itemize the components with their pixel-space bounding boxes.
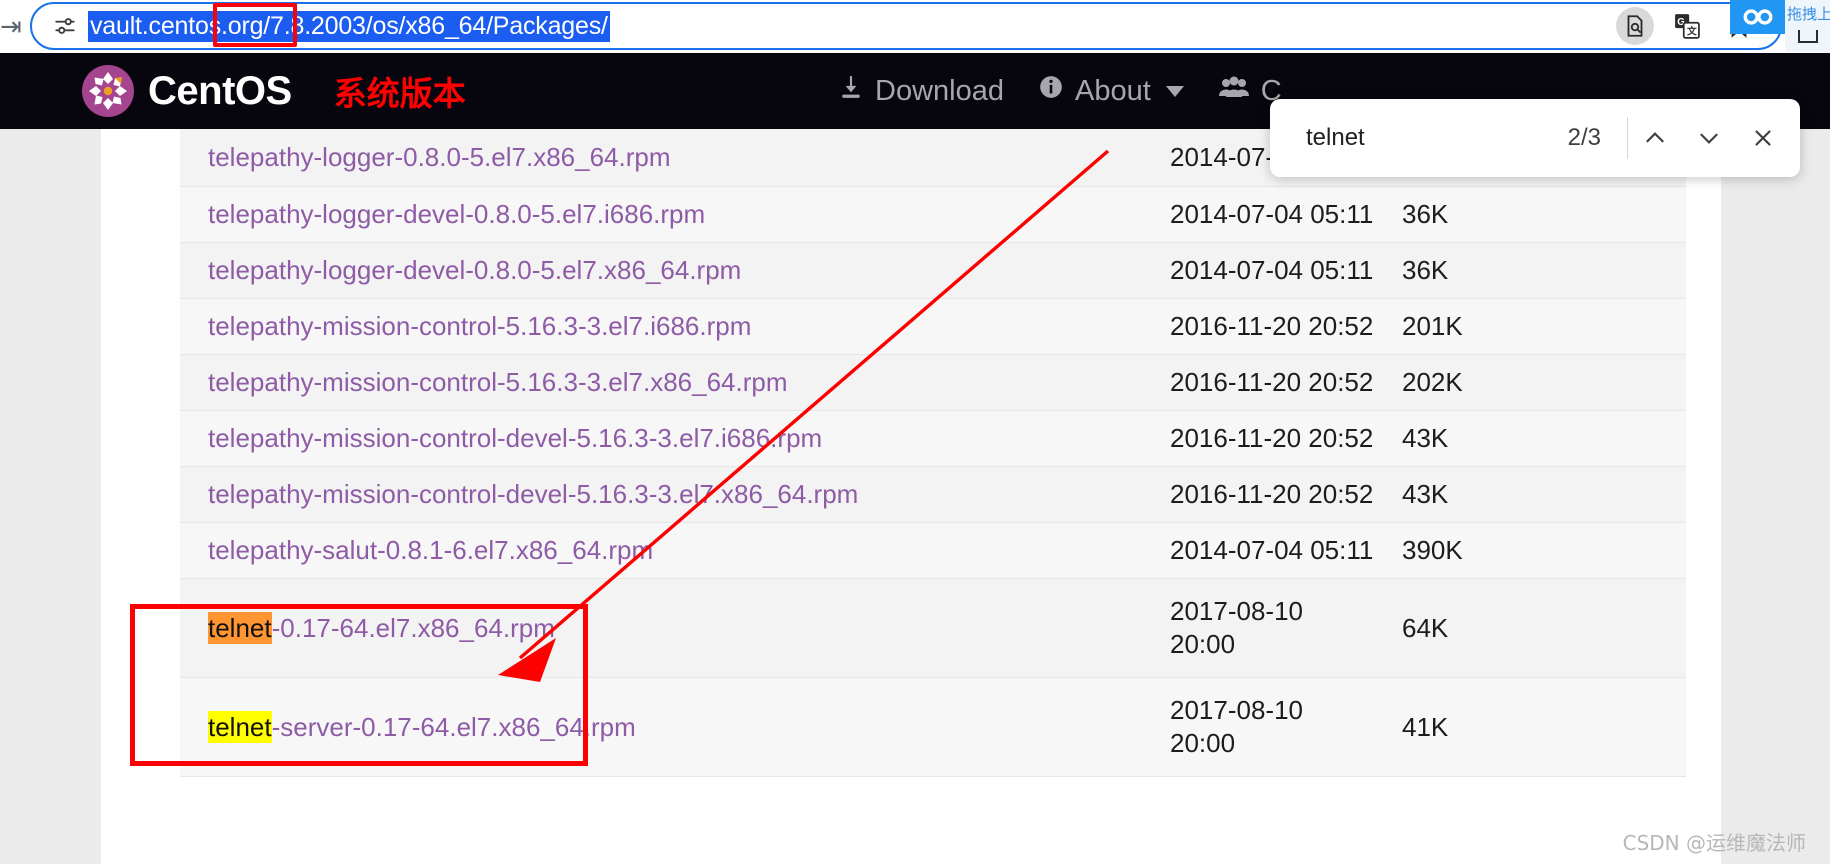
tray-icon[interactable] [1785, 28, 1830, 46]
package-size: 201K [1402, 311, 1463, 341]
extension-panel-label: 拖拽上 [1787, 6, 1830, 23]
package-size: 64K [1402, 612, 1449, 643]
package-size: 36K [1402, 255, 1449, 285]
find-close-button[interactable] [1736, 111, 1790, 165]
brand[interactable]: CentOS [82, 65, 292, 117]
community-icon [1218, 74, 1250, 108]
right-gutter [1721, 129, 1830, 864]
package-date: 2014-07-04 05:11 [1170, 198, 1374, 229]
nav-label-download: Download [875, 74, 1004, 107]
version-annotation-label: 系统版本 [333, 74, 466, 113]
package-date: 2014-07-04 05:11 [1170, 254, 1374, 285]
info-icon [1038, 74, 1064, 108]
package-date: 2016-11-20 20:52 [1170, 366, 1374, 397]
package-link-text: -0.17-64.el7.x86_64.rpm [271, 612, 555, 643]
package-link[interactable]: telnet-server-0.17-64.el7.x86_64.rpm [180, 710, 1170, 743]
package-link-text: -server-0.17-64.el7.x86_64.rpm [271, 711, 636, 742]
web-page: telepathy-logger-0.8.0-5.el7.x86_64.rpm 2… [0, 53, 1830, 864]
package-date: 2016-11-20 20:52 [1170, 422, 1374, 453]
table-row[interactable]: telepathy-mission-control-5.16.3-3.el7.x… [180, 355, 1686, 411]
package-size: 36K [1402, 199, 1449, 229]
screenshot-root: ⇥ vault.centos.org/7.8.2003/os/x86_64/Pa… [0, 0, 1830, 864]
table-row[interactable]: telepathy-salut-0.8.1-6.el7.x86_64.rpm 20… [180, 523, 1686, 579]
chevron-down-icon [1165, 85, 1184, 97]
translate-icon[interactable]: G 文 [1668, 7, 1706, 45]
site-nav: Download About C [838, 53, 1282, 129]
package-link[interactable]: telepathy-logger-devel-0.8.0-5.el7.x86_6… [180, 255, 1170, 286]
package-size: 41K [1402, 711, 1449, 742]
extension-drag-panel[interactable]: 拖拽上 [1785, 0, 1830, 52]
package-link[interactable]: telepathy-mission-control-5.16.3-3.el7.x… [180, 367, 1170, 398]
nav-item-download[interactable]: Download [838, 74, 1004, 108]
brand-name: CentOS [148, 68, 292, 113]
find-match-counter: 2/3 [1567, 124, 1601, 151]
table-row[interactable]: telepathy-logger-devel-0.8.0-5.el7.i686.… [180, 187, 1686, 243]
tune-icon[interactable] [50, 11, 80, 41]
package-size: 43K [1402, 423, 1449, 453]
find-bar: 2/3 [1270, 99, 1800, 177]
package-date: 2016-11-20 20:52 [1170, 478, 1374, 509]
window-edge-glyph: ⇥ [0, 11, 22, 41]
table-row[interactable]: telepathy-mission-control-devel-5.16.3-3… [180, 411, 1686, 467]
package-link[interactable]: telepathy-logger-0.8.0-5.el7.x86_64.rpm [180, 142, 1170, 173]
watermark: CSDN @运维魔法师 [1622, 831, 1806, 855]
package-link[interactable]: telepathy-logger-devel-0.8.0-5.el7.i686.… [180, 199, 1170, 230]
table-row[interactable]: telepathy-mission-control-5.16.3-3.el7.i… [180, 299, 1686, 355]
table-row[interactable]: telepathy-mission-control-devel-5.16.3-3… [180, 467, 1686, 523]
package-size: 43K [1402, 479, 1449, 509]
browser-toolbar: ⇥ vault.centos.org/7.8.2003/os/x86_64/Pa… [0, 0, 1830, 53]
find-next-button[interactable] [1682, 111, 1736, 165]
package-link[interactable]: telepathy-mission-control-devel-5.16.3-3… [180, 479, 1170, 510]
url-version-annotation-box [213, 3, 297, 47]
package-table: telepathy-logger-0.8.0-5.el7.x86_64.rpm 2… [180, 129, 1686, 864]
centos-logo-icon [82, 65, 134, 117]
package-link[interactable]: telnet-0.17-64.el7.x86_64.rpm [180, 611, 1170, 644]
cloud-infinity-icon[interactable] [1730, 0, 1785, 34]
nav-label-about: About [1074, 74, 1151, 107]
find-input[interactable] [1306, 124, 1526, 152]
package-date: 2017-08-10 20:00 [1170, 694, 1303, 758]
package-link[interactable]: telepathy-mission-control-devel-5.16.3-3… [180, 423, 1170, 454]
package-date: 2017-08-10 20:00 [1170, 595, 1303, 659]
find-match-highlight: telnet [208, 710, 272, 743]
package-size: 390K [1402, 535, 1463, 565]
package-date: 2016-11-20 20:52 [1170, 310, 1374, 341]
package-link[interactable]: telepathy-mission-control-5.16.3-3.el7.i… [180, 311, 1170, 342]
table-row[interactable]: telnet-0.17-64.el7.x86_64.rpm 2017-08-10 … [180, 579, 1686, 678]
find-match-highlight: telnet [208, 611, 272, 644]
table-row[interactable]: telnet-server-0.17-64.el7.x86_64.rpm 2017… [180, 678, 1686, 777]
find-previous-button[interactable] [1628, 111, 1682, 165]
download-icon [838, 74, 864, 108]
svg-text:文: 文 [1687, 25, 1697, 38]
left-gutter [0, 129, 101, 864]
package-link[interactable]: telepathy-salut-0.8.1-6.el7.x86_64.rpm [180, 535, 1170, 566]
package-size: 202K [1402, 367, 1463, 397]
find-in-page-icon[interactable] [1616, 7, 1654, 45]
package-date: 2014-07-04 05:11 [1170, 534, 1374, 565]
nav-item-about[interactable]: About [1038, 74, 1184, 108]
url-text[interactable]: vault.centos.org/7.8.2003/os/x86_64/Pack… [88, 10, 610, 42]
table-row[interactable]: telepathy-logger-devel-0.8.0-5.el7.x86_6… [180, 243, 1686, 299]
